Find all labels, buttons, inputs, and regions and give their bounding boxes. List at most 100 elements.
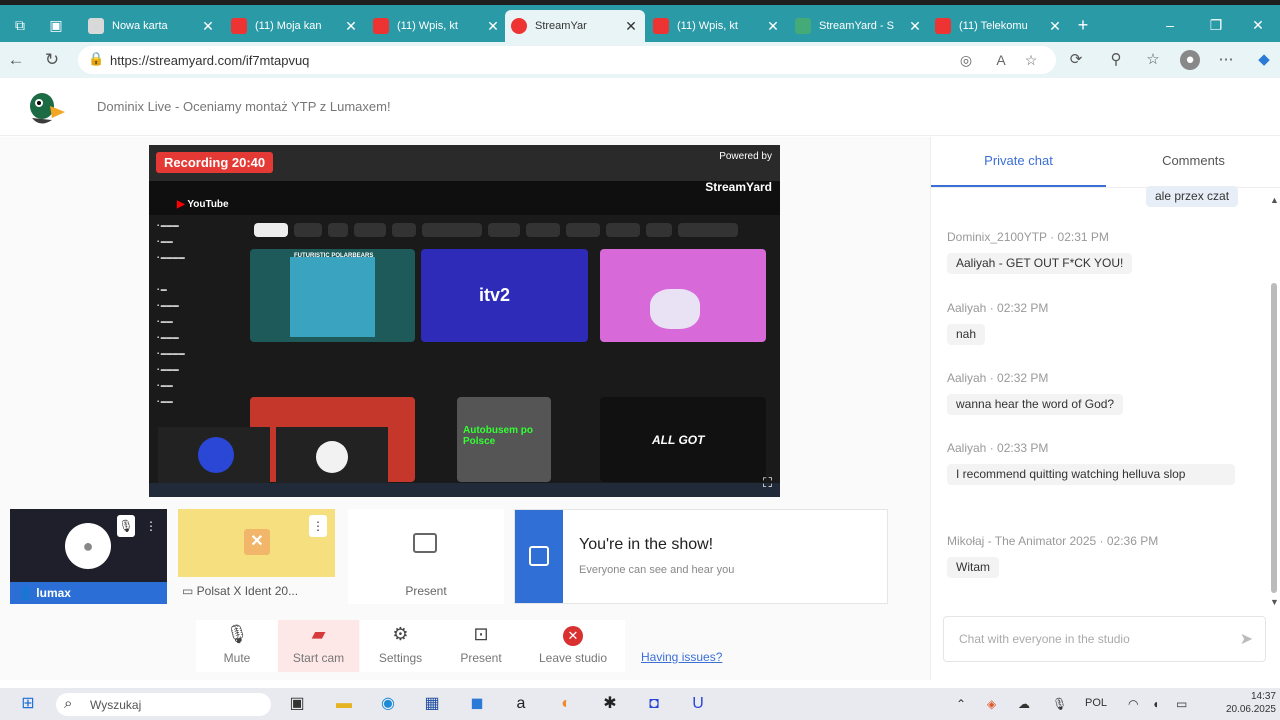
- battery-icon[interactable]: ▭: [1176, 697, 1187, 711]
- amazon-icon[interactable]: a: [510, 693, 532, 715]
- in-show-banner: You're in the show! Everyone can see and…: [514, 509, 888, 604]
- tab-streamyard-2[interactable]: StreamYard - S ✕: [789, 10, 929, 42]
- back-icon[interactable]: ←: [4, 48, 28, 72]
- tray-chevron-icon[interactable]: ⌃: [956, 697, 966, 711]
- start-cam-button[interactable]: ▰ Start cam: [278, 620, 359, 672]
- tab-youtube-3[interactable]: (11) Wpis, kt ✕: [647, 10, 787, 42]
- app-icon[interactable]: U: [687, 693, 709, 715]
- reload-icon[interactable]: ↻: [40, 48, 64, 72]
- app-icon[interactable]: ◼: [466, 693, 488, 715]
- url-field[interactable]: 🔒 https://streamyard.com/if7mtapvuq ◎ A …: [78, 46, 1056, 74]
- tab-actions-icon[interactable]: ▣: [45, 14, 67, 36]
- close-icon[interactable]: ✕: [623, 18, 639, 35]
- app-icon[interactable]: ✱: [599, 693, 621, 715]
- extensions-icon[interactable]: ⚲: [1106, 50, 1126, 70]
- chat-time: 02:32 PM: [997, 371, 1049, 385]
- chat-input[interactable]: [945, 618, 1225, 660]
- in-show-title: You're in the show!: [579, 536, 714, 553]
- scroll-down-icon[interactable]: ▼: [1270, 597, 1279, 607]
- wifi-icon[interactable]: ◠: [1128, 697, 1138, 711]
- mute-button[interactable]: 🎙 Mute: [196, 620, 278, 672]
- tray-app-icon[interactable]: ◈: [987, 697, 996, 711]
- chat-author: Dominix_2100YTP: [947, 230, 1047, 244]
- microphone-tray-icon[interactable]: 🎙: [1052, 697, 1067, 711]
- tab-streamyard-active[interactable]: StreamYar ✕: [505, 10, 645, 42]
- app-available-icon[interactable]: ◎: [957, 51, 975, 69]
- tab-youtube-2[interactable]: (11) Wpis, kt ✕: [367, 10, 507, 42]
- favorite-star-icon[interactable]: ☆: [1022, 51, 1040, 69]
- tab-comments[interactable]: Comments: [1106, 153, 1280, 168]
- minimize-icon[interactable]: –: [1156, 14, 1184, 36]
- taskbar-clock[interactable]: 14:37 20.06.2025: [1224, 690, 1276, 716]
- more-options-icon[interactable]: ⋮: [142, 515, 160, 537]
- close-icon[interactable]: ✕: [765, 18, 781, 35]
- chat-meta: Dominix_2100YTP · 02:31 PM: [947, 230, 1109, 244]
- task-view-icon[interactable]: ▣: [286, 693, 308, 715]
- restore-icon[interactable]: ❐: [1202, 14, 1230, 36]
- close-icon[interactable]: ✕: [200, 18, 216, 35]
- address-bar: ← ↻ 🔒 https://streamyard.com/if7mtapvuq …: [0, 42, 1280, 78]
- leave-icon: ✕: [521, 624, 625, 646]
- favorites-icon[interactable]: ☆: [1143, 50, 1163, 70]
- leave-studio-button[interactable]: ✕ Leave studio: [521, 620, 625, 672]
- participant-name: lumax: [36, 586, 71, 600]
- window-close-icon[interactable]: ✕: [1244, 14, 1272, 36]
- video-file-icon: ▭: [182, 584, 197, 598]
- app-icon[interactable]: ◘: [643, 693, 665, 715]
- in-show-subtitle: Everyone can see and hear you: [579, 564, 735, 576]
- close-icon[interactable]: ✕: [1047, 18, 1063, 35]
- tab-new[interactable]: Nowa karta ✕: [82, 10, 222, 42]
- scroll-up-icon[interactable]: ▲: [1270, 195, 1279, 205]
- app-icon[interactable]: ◐: [555, 693, 577, 715]
- taskbar-search[interactable]: ⌕ Wyszukaj: [56, 693, 271, 716]
- video-thumbnail: Autobusem po Polsce: [457, 397, 551, 482]
- participant-nametag: 👤 lumax: [10, 582, 167, 604]
- fullscreen-icon[interactable]: ⛶: [763, 475, 772, 491]
- close-icon[interactable]: ✕: [485, 18, 501, 35]
- tray-app-icon[interactable]: ☁: [1018, 697, 1030, 711]
- studio-header: Dominix Live - Oceniamy montaż YTP z Lum…: [0, 78, 1280, 136]
- windows-taskbar: ⊞ ⌕ Wyszukaj ▣ ▬ ◉ ▦ ◼ a ◐ ✱ ◘ U ⌃ ◈ ☁ 🎙…: [0, 688, 1280, 720]
- mic-icon[interactable]: 🎙: [117, 515, 135, 537]
- chat-time: 02:33 PM: [997, 441, 1049, 455]
- having-issues-link[interactable]: Having issues?: [641, 650, 722, 664]
- edge-browser-icon[interactable]: ◉: [377, 693, 399, 715]
- windows-start-icon[interactable]: ⊞: [17, 693, 39, 715]
- more-options-icon[interactable]: ⋮: [309, 515, 327, 537]
- participant-tile-lumax[interactable]: ● 🎙 ⋮ 👤 lumax: [10, 509, 167, 604]
- tab-youtube-1[interactable]: (11) Moja kan ✕: [225, 10, 365, 42]
- chat-author: Mikołaj - The Animator 2025: [947, 534, 1097, 548]
- read-aloud-icon[interactable]: A: [992, 51, 1010, 69]
- tab-private-chat[interactable]: Private chat: [931, 153, 1106, 168]
- settings-button[interactable]: ⚙ Settings: [360, 620, 441, 672]
- avatar: [316, 441, 348, 473]
- close-icon[interactable]: ✕: [343, 18, 359, 35]
- new-tab-button[interactable]: +: [1072, 14, 1094, 36]
- tab-youtube-4[interactable]: (11) Telekomu ✕: [929, 10, 1069, 42]
- recording-badge: Recording 20:40: [156, 152, 274, 173]
- chat-meta: Mikołaj - The Animator 2025 · 02:36 PM: [947, 534, 1159, 548]
- send-icon[interactable]: ➤: [1240, 629, 1253, 649]
- present-button[interactable]: ⊡ Present: [441, 620, 521, 672]
- refresh-page-icon[interactable]: ⟳: [1066, 50, 1086, 70]
- url-text[interactable]: https://streamyard.com/if7mtapvuq: [110, 53, 309, 68]
- chat-message: wanna hear the word of God?: [947, 394, 1124, 415]
- workspaces-icon[interactable]: ⧉: [9, 14, 31, 36]
- chat-scrollbar[interactable]: [1271, 283, 1277, 593]
- chat-message: Aaliyah - GET OUT F*CK YOU!: [947, 253, 1133, 274]
- profile-avatar[interactable]: ●: [1180, 50, 1200, 70]
- volume-icon[interactable]: ◖: [1152, 697, 1159, 711]
- more-menu-icon[interactable]: ⋯: [1216, 50, 1236, 70]
- youtube-sidebar: ▪ ▬▬▬ ▪ ▬▬ ▪ ▬▬▬▬ ▪ ▬ ▪ ▬▬▬ ▪ ▬▬ ▪ ▬▬▬ ▪ ▬▬▬▬ ▪ …: [157, 223, 185, 405]
- lock-icon: 🔒: [88, 51, 105, 66]
- media-tile-polsat[interactable]: ✕ ⋮ ▭ Polsat X Ident 20...: [178, 509, 335, 604]
- store-icon[interactable]: ▦: [421, 693, 443, 715]
- shared-screen-topbar: [149, 181, 780, 215]
- close-icon[interactable]: ✕: [907, 18, 923, 35]
- copilot-icon[interactable]: ◆: [1254, 50, 1274, 70]
- present-tile[interactable]: Present: [348, 509, 504, 604]
- youtube-logo: ▶ YouTube: [177, 199, 229, 210]
- language-indicator[interactable]: POL: [1085, 697, 1107, 709]
- new-tab-icon: [88, 18, 104, 34]
- file-explorer-icon[interactable]: ▬: [333, 693, 355, 715]
